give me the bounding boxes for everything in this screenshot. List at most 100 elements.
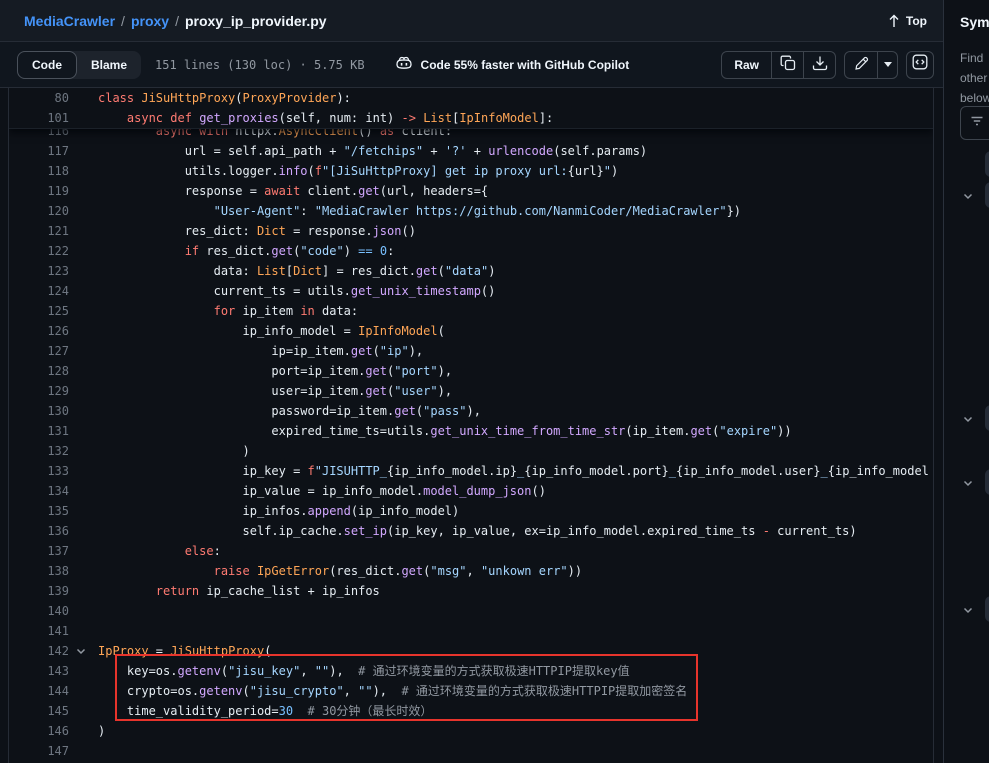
breadcrumb-folder-link[interactable]: proxy — [131, 13, 169, 29]
code-text: user=ip_item.get("user"), — [98, 381, 933, 401]
line-number[interactable]: 126 — [9, 321, 69, 341]
line-number[interactable]: 120 — [9, 201, 69, 221]
line-number[interactable]: 130 — [9, 401, 69, 421]
code-line-101: 101 async def get_proxies(self, num: int… — [9, 108, 933, 128]
code-text: return ip_cache_list + ip_infos — [98, 581, 933, 601]
symbol-item-4 — [944, 469, 989, 495]
line-number[interactable]: 141 — [9, 621, 69, 641]
symbols-panel: Sym Findotherbelow — [944, 0, 989, 763]
line-number[interactable]: 143 — [9, 661, 69, 681]
line-number[interactable]: 131 — [9, 421, 69, 441]
line-number[interactable]: 122 — [9, 241, 69, 261]
line-number[interactable]: 119 — [9, 181, 69, 201]
symbol-pill[interactable] — [985, 469, 989, 495]
tab-code[interactable]: Code — [17, 51, 77, 79]
line-number[interactable]: 146 — [9, 721, 69, 741]
back-to-top-link[interactable]: Top — [888, 14, 927, 28]
line-number[interactable]: 121 — [9, 221, 69, 241]
code-text: raise IpGetError(res_dict.get("msg", "un… — [98, 561, 933, 581]
code-text: for ip_item in data: — [98, 301, 933, 321]
tab-blame[interactable]: Blame — [77, 51, 141, 79]
code-text: port=ip_item.get("port"), — [98, 361, 933, 381]
line-number[interactable]: 132 — [9, 441, 69, 461]
download-raw-button[interactable] — [803, 52, 835, 78]
breadcrumb-filename: proxy_ip_provider.py — [185, 13, 327, 29]
code-brackets-icon — [912, 54, 928, 75]
code-text: IpProxy = JiSuHttpProxy( — [98, 641, 933, 661]
breadcrumb-separator: / — [115, 13, 131, 29]
line-number[interactable]: 134 — [9, 481, 69, 501]
code-text: self.ip_cache.set_ip(ip_key, ip_value, e… — [98, 521, 933, 541]
line-number[interactable]: 147 — [9, 741, 69, 761]
code-text: ) — [98, 721, 933, 741]
line-number[interactable]: 118 — [9, 161, 69, 181]
line-number[interactable]: 127 — [9, 341, 69, 361]
line-number[interactable]: 123 — [9, 261, 69, 281]
fold-spacer — [69, 681, 98, 701]
line-number[interactable]: 117 — [9, 141, 69, 161]
line-number[interactable]: 101 — [9, 108, 69, 128]
back-to-top-label: Top — [906, 14, 927, 28]
line-number[interactable]: 144 — [9, 681, 69, 701]
fold-spacer — [69, 541, 98, 561]
code-line-139: 139 return ip_cache_list + ip_infos — [9, 581, 933, 601]
code-blame-switch: Code Blame — [17, 51, 141, 79]
fold-spacer — [69, 241, 98, 261]
code-line-134: 134 ip_value = ip_info_model.model_dump_… — [9, 481, 933, 501]
line-number[interactable]: 124 — [9, 281, 69, 301]
line-number[interactable]: 80 — [9, 88, 69, 108]
chevron-down-icon — [884, 62, 892, 67]
chevron-down-icon[interactable] — [962, 189, 974, 201]
line-number[interactable]: 116 — [9, 129, 69, 141]
line-number[interactable]: 140 — [9, 601, 69, 621]
line-number[interactable]: 139 — [9, 581, 69, 601]
chevron-down-icon[interactable] — [962, 412, 974, 424]
code-text: ip_infos.append(ip_info_model) — [98, 501, 933, 521]
symbol-pill[interactable] — [985, 182, 989, 208]
line-number[interactable]: 135 — [9, 501, 69, 521]
fold-spacer — [69, 301, 98, 321]
fold-spacer — [69, 129, 98, 141]
chevron-down-icon[interactable] — [962, 603, 974, 615]
code-line-133: 133 ip_key = f"JISUHTTP_{ip_info_model.i… — [9, 461, 933, 481]
fold-spacer — [69, 741, 98, 761]
fold-chevron-icon[interactable] — [69, 641, 98, 661]
symbols-panel-toggle-button[interactable] — [906, 51, 934, 79]
line-number[interactable]: 145 — [9, 701, 69, 721]
fold-spacer — [69, 501, 98, 521]
symbol-pill[interactable] — [985, 151, 989, 177]
line-number[interactable]: 129 — [9, 381, 69, 401]
chevron-down-icon[interactable] — [962, 476, 974, 488]
edit-file-button[interactable] — [845, 52, 877, 78]
arrow-up-icon — [888, 14, 900, 28]
code-line-137: 137 else: — [9, 541, 933, 561]
symbol-pill[interactable] — [985, 596, 989, 622]
code-line-126: 126 ip_info_model = IpInfoModel( — [9, 321, 933, 341]
fold-spacer — [69, 201, 98, 221]
code-line-141: 141 — [9, 621, 933, 641]
fold-spacer — [69, 381, 98, 401]
symbol-pill[interactable] — [985, 405, 989, 431]
line-number[interactable]: 138 — [9, 561, 69, 581]
symbol-item-2 — [944, 182, 989, 208]
line-number[interactable]: 133 — [9, 461, 69, 481]
fold-spacer — [69, 561, 98, 581]
code-line-142: 142 IpProxy = JiSuHttpProxy( — [9, 641, 933, 661]
fold-spacer — [69, 361, 98, 381]
raw-button[interactable]: Raw — [722, 52, 771, 78]
line-number[interactable]: 142 — [9, 641, 69, 661]
copilot-banner[interactable]: Code 55% faster with GitHub Copilot — [395, 56, 630, 73]
fold-spacer — [69, 701, 98, 721]
breadcrumb-repo-link[interactable]: MediaCrawler — [24, 13, 115, 29]
edit-dropdown-button[interactable] — [877, 52, 897, 78]
code-line-120: 120 "User-Agent": "MediaCrawler https://… — [9, 201, 933, 221]
code-text — [98, 621, 933, 641]
line-number[interactable]: 128 — [9, 361, 69, 381]
symbols-filter-input[interactable] — [960, 106, 989, 140]
copy-raw-button[interactable] — [771, 52, 803, 78]
line-number[interactable]: 137 — [9, 541, 69, 561]
line-number[interactable]: 136 — [9, 521, 69, 541]
fold-spacer — [69, 261, 98, 281]
line-number[interactable]: 125 — [9, 301, 69, 321]
symbols-description: Findotherbelow — [960, 48, 989, 108]
